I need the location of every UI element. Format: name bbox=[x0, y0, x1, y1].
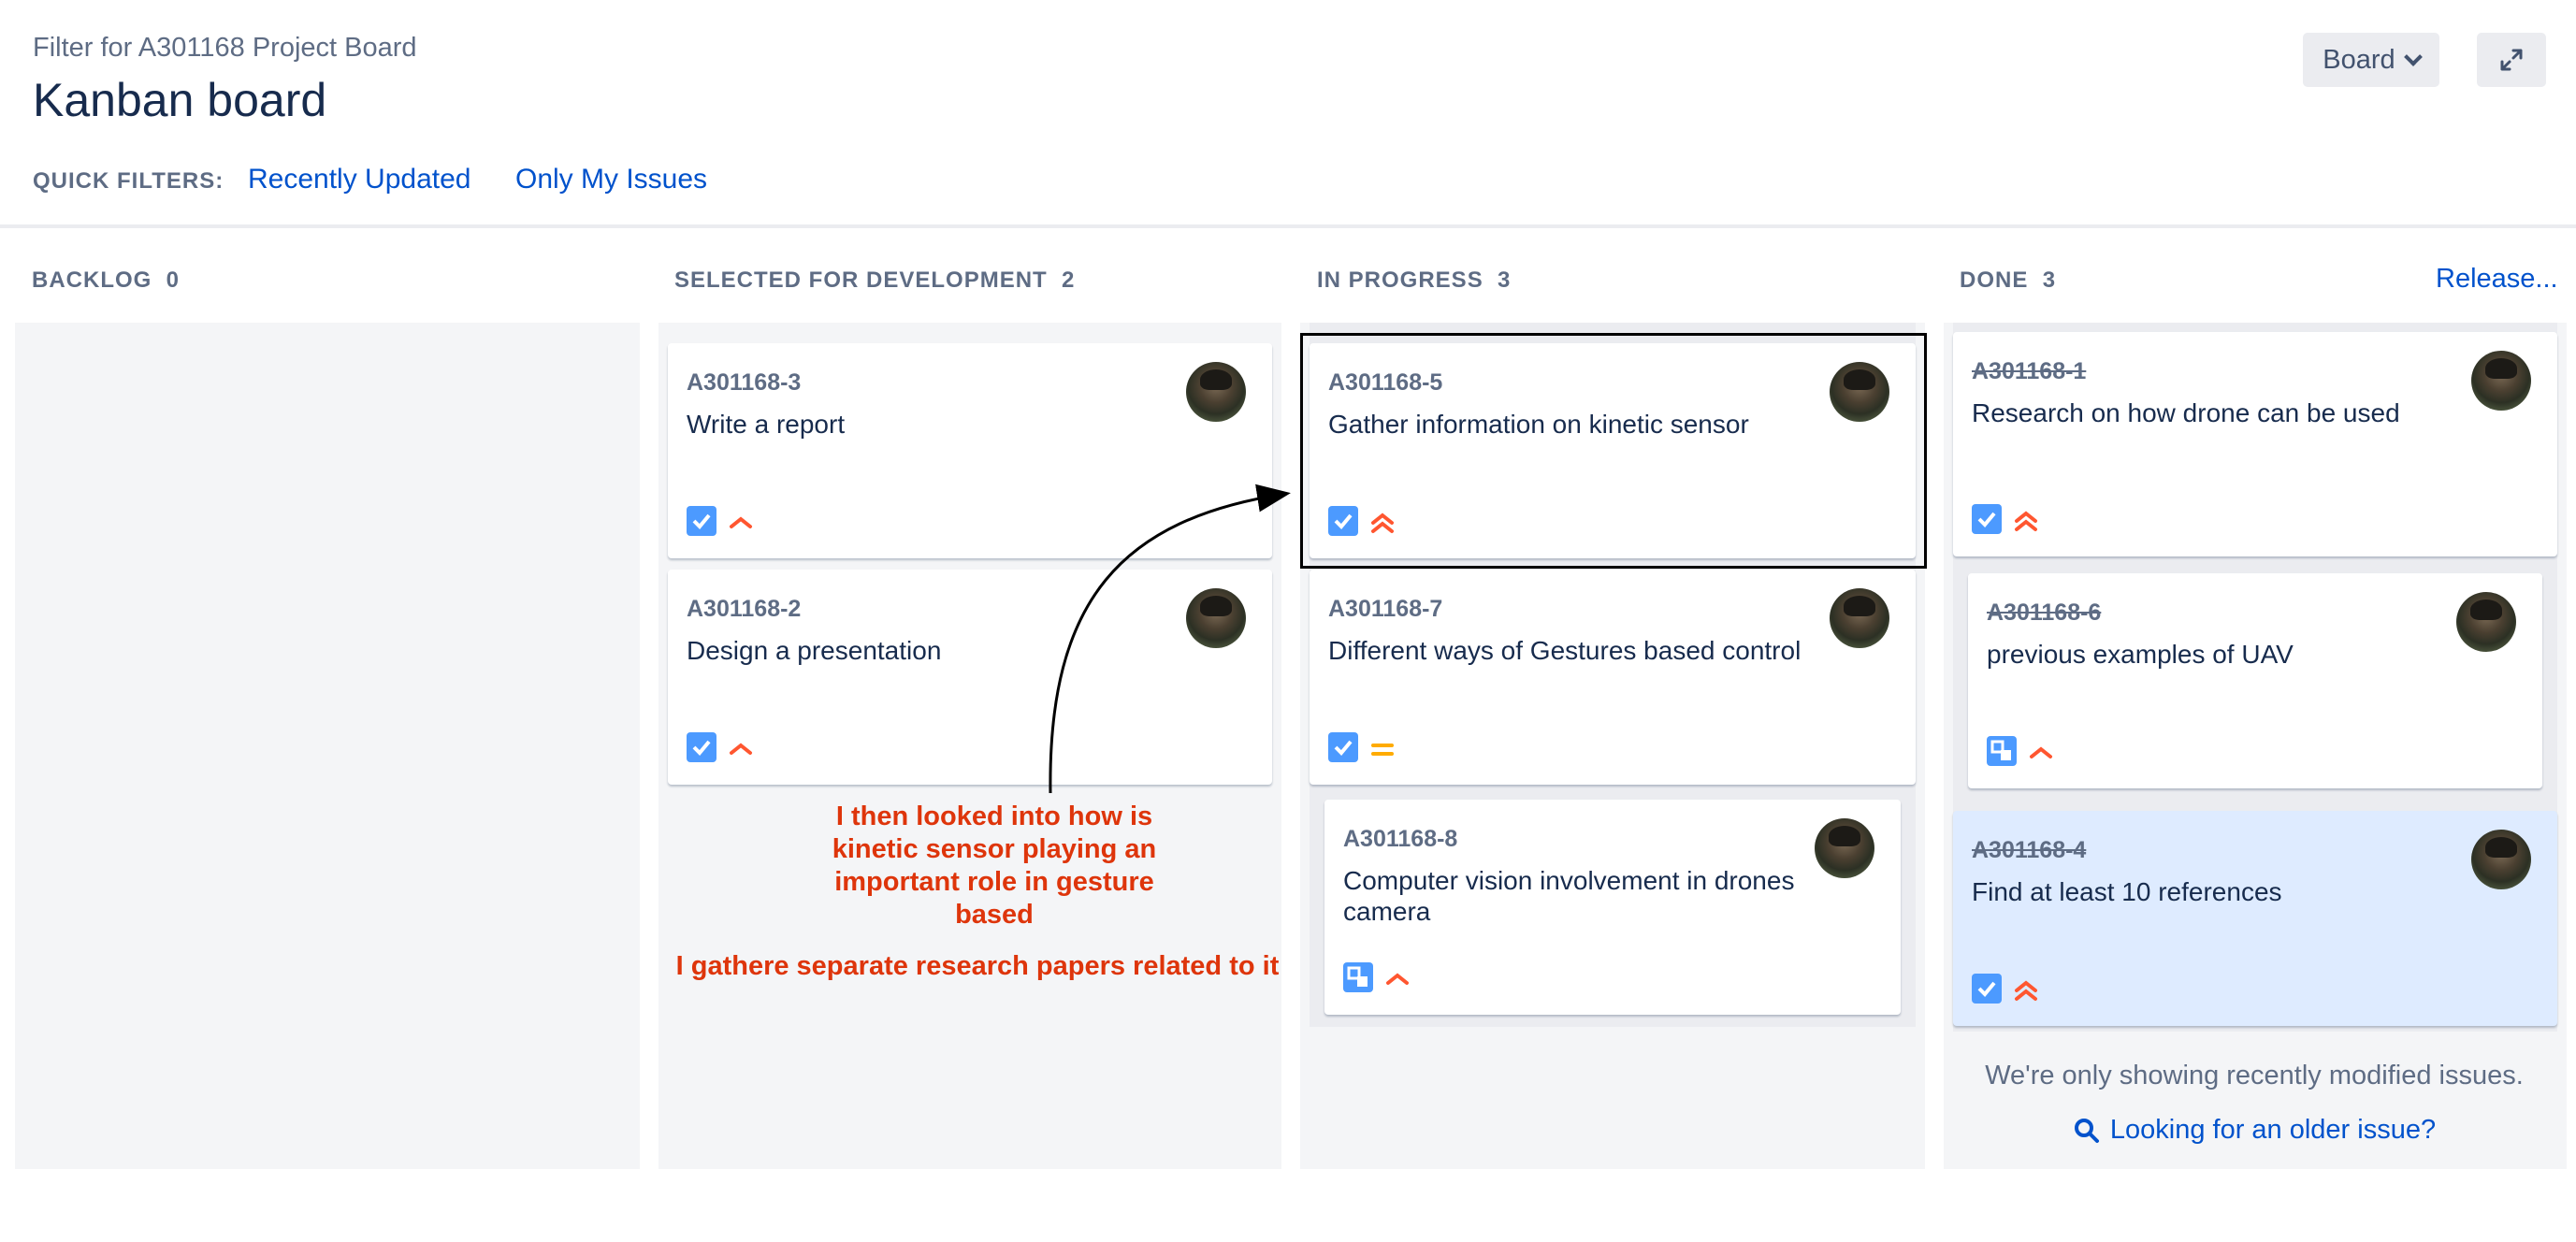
annotation-note-2: I gathere separate research papers relat… bbox=[675, 951, 1280, 981]
annotation-note-1: I then looked into how is kinetic sensor… bbox=[832, 802, 1157, 930]
annotation-arrow bbox=[1049, 484, 1291, 794]
